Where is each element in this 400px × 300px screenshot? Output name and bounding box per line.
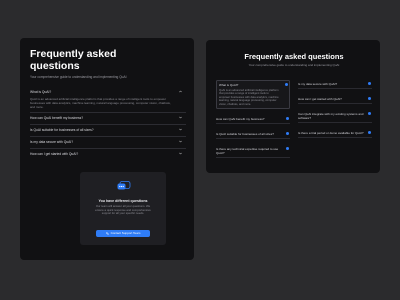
faq-question: Can QuAI integrate with my existing syst… <box>298 112 364 120</box>
page-subtitle: Your comprehensive guide to understandin… <box>248 63 340 67</box>
faq-answer: QuAI is an advanced artificial intellige… <box>219 89 279 106</box>
chevron-down-icon[interactable] <box>179 128 182 131</box>
faq-question: How can I get started with QuAI? <box>30 152 79 156</box>
page-subtitle: Your comprehensive guide to understandin… <box>30 75 127 79</box>
faq-item[interactable]: Can QuAI integrate with my existing syst… <box>298 110 372 123</box>
faq-question: How can I get started with QuAI? <box>298 97 342 101</box>
faq-question: Is my data secure with QuAI? <box>298 82 338 86</box>
toggle-dot-icon[interactable] <box>284 83 288 87</box>
faq-item[interactable]: How can I get started with QuAI? <box>298 95 372 104</box>
faq-column-right: Is my data secure with QuAI? How can I g… <box>298 80 372 158</box>
page-title: Frequently asked questions <box>30 48 117 72</box>
faq-item[interactable]: How can QuAI benefit my business? <box>30 112 186 124</box>
faq-question: How can QuAI benefit my business? <box>30 116 84 120</box>
contact-support-box: You have different questions Our team wi… <box>80 172 166 245</box>
chevron-down-icon[interactable] <box>179 116 182 119</box>
faq-item[interactable]: Is my data secure with QuAI? <box>30 136 186 148</box>
phone-icon <box>105 232 109 235</box>
faq-question: What is QuAI? <box>30 90 52 94</box>
faq-item[interactable]: How can I get started with QuAI? <box>30 148 186 160</box>
faq-card-accordion: Frequently asked questions Your comprehe… <box>20 38 194 260</box>
chevron-down-icon[interactable] <box>179 152 182 155</box>
chat-bubble-icon <box>117 181 131 190</box>
faq-answer: QuAI is an advanced artificial intellige… <box>30 97 171 109</box>
chevron-up-icon[interactable] <box>179 90 182 93</box>
contact-description: Our team will answer all your questions.… <box>95 204 151 216</box>
faq-column-left: What is QuAI? QuAI is an advanced artifi… <box>216 80 290 159</box>
faq-item[interactable]: How can QuAI benefit my business? <box>216 115 290 125</box>
faq-grid: What is QuAI? QuAI is an advanced artifi… <box>216 80 372 159</box>
page-title: Frequently asked questions <box>244 52 344 61</box>
faq-question: Is QuAI suitable for businesses of all s… <box>216 132 274 137</box>
faq-item[interactable]: Is QuAI suitable for businesses of all s… <box>30 124 186 136</box>
contact-button-label: Contact Support Team <box>110 231 141 235</box>
faq-card-grid: Frequently asked questions Your comprehe… <box>206 40 380 173</box>
faq-question: Is QuAI suitable for businesses of all s… <box>30 128 94 132</box>
faq-question: What is QuAI? <box>219 83 239 87</box>
faq-item[interactable]: Is there any technical expertise require… <box>216 145 290 159</box>
contact-support-button[interactable]: Contact Support Team <box>96 230 150 237</box>
faq-accordion: What is QuAI? QuAI is an advanced artifi… <box>30 87 186 160</box>
faq-question: How can QuAI benefit my business? <box>216 117 265 122</box>
faq-item[interactable]: Is there a trial period or demo availabl… <box>298 129 372 138</box>
chevron-down-icon[interactable] <box>179 140 182 143</box>
faq-item-open[interactable]: What is QuAI? QuAI is an advanced artifi… <box>216 80 290 110</box>
faq-item-open[interactable]: What is QuAI? QuAI is an advanced artifi… <box>30 87 186 112</box>
faq-question: Is there a trial period or demo availabl… <box>298 131 364 135</box>
faq-item[interactable]: Is my data secure with QuAI? <box>298 80 372 89</box>
faq-question: Is there any technical expertise require… <box>216 147 279 156</box>
contact-title: You have different questions <box>98 199 148 203</box>
faq-question: Is my data secure with QuAI? <box>30 140 74 144</box>
faq-item[interactable]: Is QuAI suitable for businesses of all s… <box>216 130 290 140</box>
